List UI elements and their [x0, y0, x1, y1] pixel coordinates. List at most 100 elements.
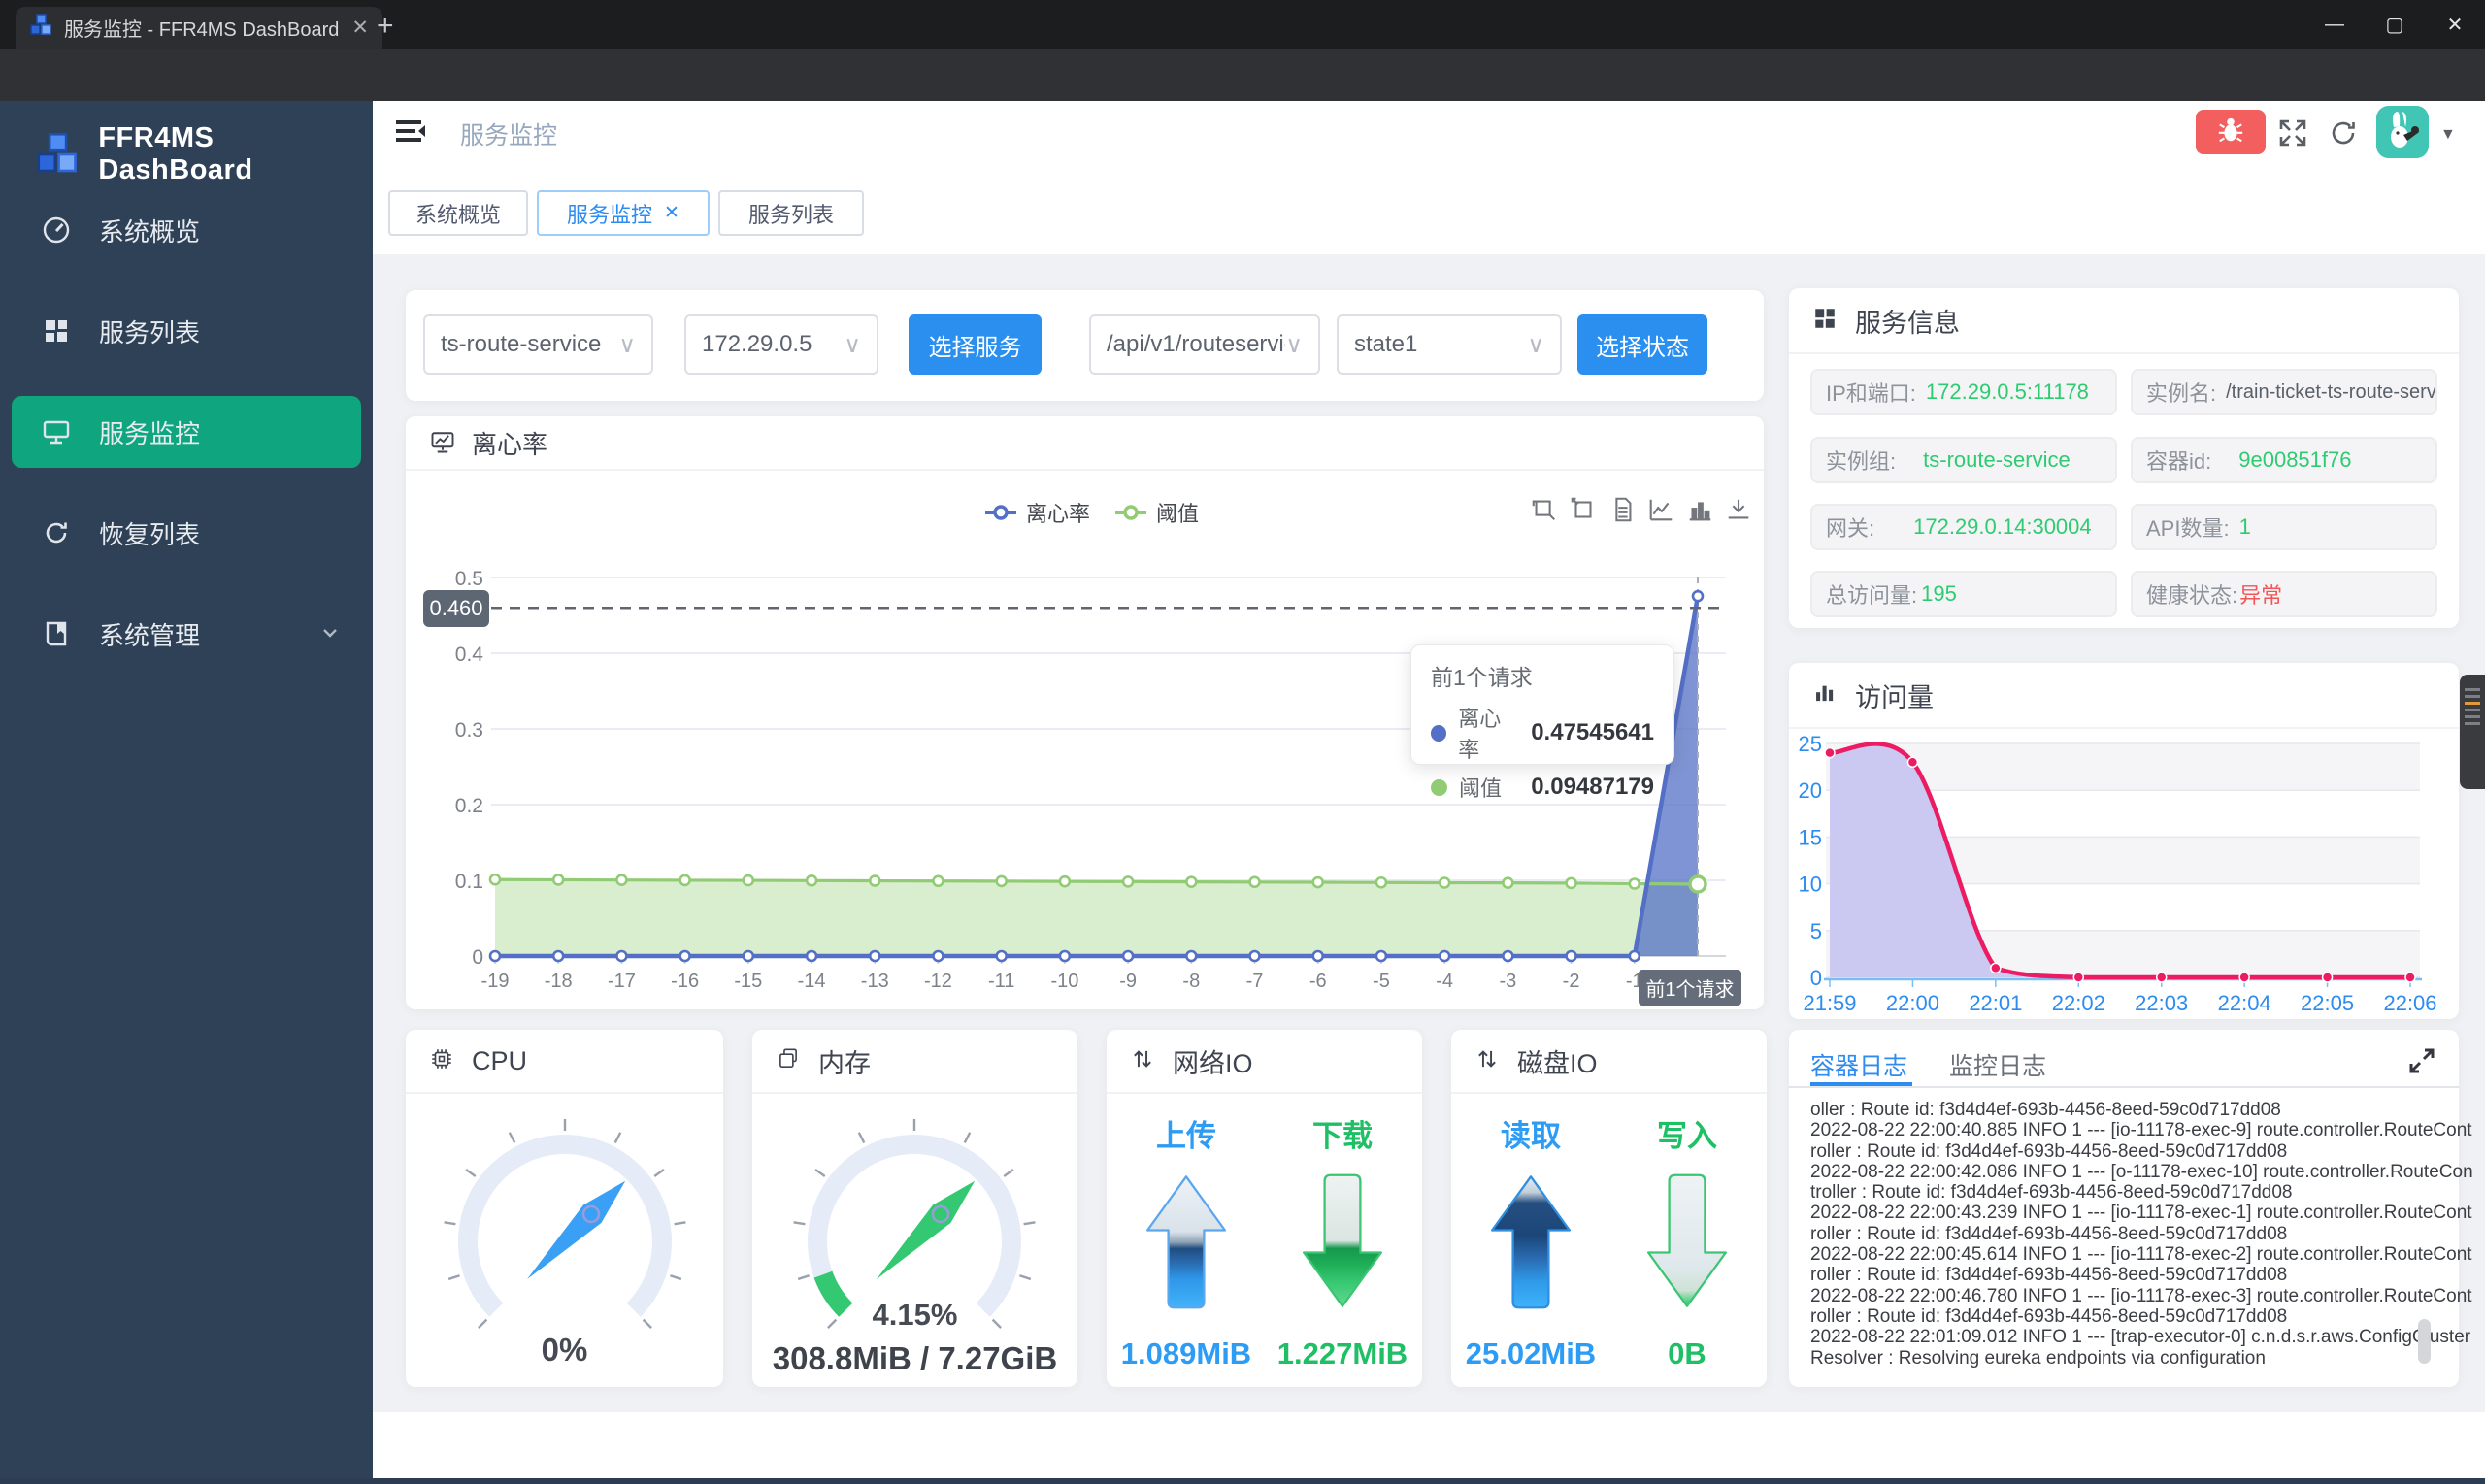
- expand-icon[interactable]: [2406, 1045, 2437, 1081]
- log-line: 2022-08-22 22:01:09.012 INFO 1 --- [trap…: [1810, 1327, 2471, 1348]
- tab-title: 服务监控 - FFR4MS DashBoard: [64, 19, 340, 41]
- write-arrow-icon: [1646, 1173, 1728, 1307]
- eccentricity-legend[interactable]: 离心率 阈值: [985, 497, 1199, 528]
- select-service-button[interactable]: 选择服务: [909, 314, 1042, 375]
- legend-threshold[interactable]: 阈值: [1115, 497, 1199, 528]
- svg-text:20: 20: [1799, 778, 1822, 803]
- svg-text:-7: -7: [1246, 971, 1264, 992]
- user-avatar[interactable]: [2376, 106, 2429, 158]
- close-button[interactable]: ✕: [2425, 0, 2485, 49]
- visits-header: 访问量: [1789, 663, 2459, 729]
- data-view-icon[interactable]: [1607, 495, 1637, 524]
- svg-text:5: 5: [1810, 919, 1822, 943]
- svg-text:-4: -4: [1436, 971, 1453, 992]
- svg-text:0.5: 0.5: [455, 568, 483, 590]
- cpu-gauge: [444, 1119, 686, 1329]
- bug-report-button[interactable]: [2196, 110, 2266, 154]
- page-minimap-widget[interactable]: [2460, 675, 2485, 789]
- svg-text:-12: -12: [924, 971, 952, 992]
- sidebar-item-label: 系统概览: [99, 216, 201, 247]
- upload-arrow-icon: [1145, 1175, 1227, 1309]
- save-image-icon[interactable]: [1724, 495, 1753, 524]
- info-field: 实例组: ts-route-service: [1810, 437, 2117, 483]
- visits-card: 访问量 0 5 10 15 20 25 21:59 22:00 22:01 22:02 22:03 2…: [1789, 663, 2459, 1019]
- browser-titlebar: 服务监控 - FFR4MS DashBoard ✕ + — ▢ ✕: [0, 0, 2485, 49]
- svg-text:0.3: 0.3: [455, 719, 483, 742]
- write-value: 0B: [1668, 1336, 1706, 1370]
- grid-icon: [1812, 306, 1841, 335]
- service-group-select[interactable]: ts-route-service ∨: [423, 314, 653, 375]
- logo-cubes-icon: [37, 132, 77, 173]
- svg-text:22:04: 22:04: [2218, 991, 2271, 1015]
- logo-text: FFR4MS DashBoard: [98, 122, 253, 185]
- svg-text:-5: -5: [1373, 971, 1390, 992]
- chevron-down-icon: ∨: [1527, 331, 1544, 358]
- cpu-chip-icon: [429, 1046, 458, 1075]
- info-field: 总访问量: 195: [1810, 571, 2117, 617]
- bug-icon: [2216, 115, 2245, 149]
- hamburger-icon[interactable]: [392, 115, 429, 154]
- new-tab-button[interactable]: +: [377, 10, 394, 43]
- log-line: roller : Route id: f3d4d4ef-693b-4456-8e…: [1810, 1265, 2288, 1286]
- maximize-button[interactable]: ▢: [2365, 0, 2425, 49]
- sidebar: FFR4MS DashBoard 系统概览 服务列表 服务监控 恢复列表 系统管…: [0, 101, 373, 1480]
- log-line: 2022-08-22 22:00:42.086 INFO 1 --- [o-11…: [1810, 1161, 2473, 1182]
- grid-icon: [41, 315, 72, 346]
- minimize-button[interactable]: —: [2304, 0, 2365, 49]
- select-state-button[interactable]: 选择状态: [1577, 314, 1707, 375]
- info-field: 实例名:/train-ticket-ts-route-service-1: [2131, 369, 2437, 415]
- svg-text:-18: -18: [545, 971, 573, 992]
- sidebar-item-overview[interactable]: 系统概览: [0, 194, 373, 266]
- browser-tab[interactable]: 服务监控 - FFR4MS DashBoard ✕: [16, 7, 382, 49]
- sidebar-item-system-admin[interactable]: 系统管理: [0, 598, 373, 670]
- download-label: 下载: [1312, 1119, 1373, 1153]
- sidebar-item-recovery-list[interactable]: 恢复列表: [0, 497, 373, 569]
- memory-detail: 308.8MiB / 7.27GiB: [772, 1340, 1058, 1376]
- svg-text:0: 0: [1810, 966, 1822, 990]
- content-footer-space: [373, 1412, 2485, 1478]
- zoom-select-icon[interactable]: [1530, 495, 1559, 524]
- ip-select[interactable]: 172.29.0.5 ∨: [684, 314, 878, 375]
- disk-io-card: 磁盘IO 读取 写入 25.02MiB 0B: [1451, 1030, 1767, 1387]
- app-logo[interactable]: FFR4MS DashBoard: [0, 101, 373, 186]
- state-select[interactable]: state1 ∨: [1337, 314, 1562, 375]
- log-lines[interactable]: oller : Route id: f3d4d4ef-693b-4456-8ee…: [1810, 1100, 2473, 1369]
- svg-text:-2: -2: [1563, 971, 1580, 992]
- memory-copy-icon: [776, 1046, 805, 1075]
- tag-close-icon[interactable]: ✕: [664, 202, 679, 224]
- tag-overview[interactable]: 系统概览: [388, 190, 528, 236]
- log-line: troller : Route id: f3d4d4ef-693b-4456-8…: [1810, 1182, 2293, 1204]
- avatar-caret-icon[interactable]: ▼: [2440, 126, 2456, 144]
- sidebar-item-service-monitor[interactable]: 服务监控: [12, 396, 361, 468]
- network-io-header: 网络IO: [1107, 1030, 1422, 1094]
- fullscreen-icon[interactable]: [2277, 117, 2308, 153]
- sidebar-item-service-list[interactable]: 服务列表: [0, 295, 373, 367]
- tab-container-logs[interactable]: 容器日志: [1810, 1047, 1907, 1082]
- svg-text:22:05: 22:05: [2301, 991, 2354, 1015]
- svg-text:21:59: 21:59: [1803, 991, 1856, 1015]
- tab-monitor-logs[interactable]: 监控日志: [1949, 1047, 2046, 1082]
- sidebar-menu: 系统概览 服务列表 服务监控 恢复列表 系统管理: [0, 194, 373, 699]
- upload-label: 上传: [1156, 1119, 1216, 1153]
- refresh-icon: [41, 517, 72, 548]
- tab-close-icon[interactable]: ✕: [351, 16, 369, 40]
- tooltip-row-threshold: 阈值 0.09487179: [1431, 772, 1654, 803]
- tag-service-list[interactable]: 服务列表: [718, 190, 864, 236]
- visits-chart: 0 5 10 15 20 25 21:59 22:00 22:01 22:02 22:03 22:04…: [1799, 732, 2437, 1015]
- refresh-page-icon[interactable]: [2328, 117, 2359, 153]
- tag-service-monitor[interactable]: 服务监控 ✕: [537, 190, 710, 236]
- legend-marker-icon: [985, 505, 1016, 520]
- svg-text:22:03: 22:03: [2135, 991, 2188, 1015]
- log-line: Resolver : Resolving eureka endpoints vi…: [1810, 1347, 2266, 1369]
- line-chart-icon[interactable]: [1646, 495, 1675, 524]
- log-line: 2022-08-22 22:00:45.614 INFO 1 --- [io-1…: [1810, 1244, 2472, 1266]
- legend-ecc[interactable]: 离心率: [985, 497, 1090, 528]
- updown-arrows-icon: [1130, 1046, 1159, 1075]
- svg-text:22:02: 22:02: [2052, 991, 2105, 1015]
- bar-chart-icon[interactable]: [1685, 495, 1714, 524]
- browser-toolbar: ← localhost:9528/#/monitor/index?ip=172.…: [0, 49, 2485, 144]
- speedometer-icon: [41, 214, 72, 246]
- log-scrollbar-thumb[interactable]: [2418, 1319, 2431, 1364]
- api-select[interactable]: /api/v1/routeservic ∨: [1089, 314, 1320, 375]
- zoom-reset-icon[interactable]: [1569, 495, 1598, 524]
